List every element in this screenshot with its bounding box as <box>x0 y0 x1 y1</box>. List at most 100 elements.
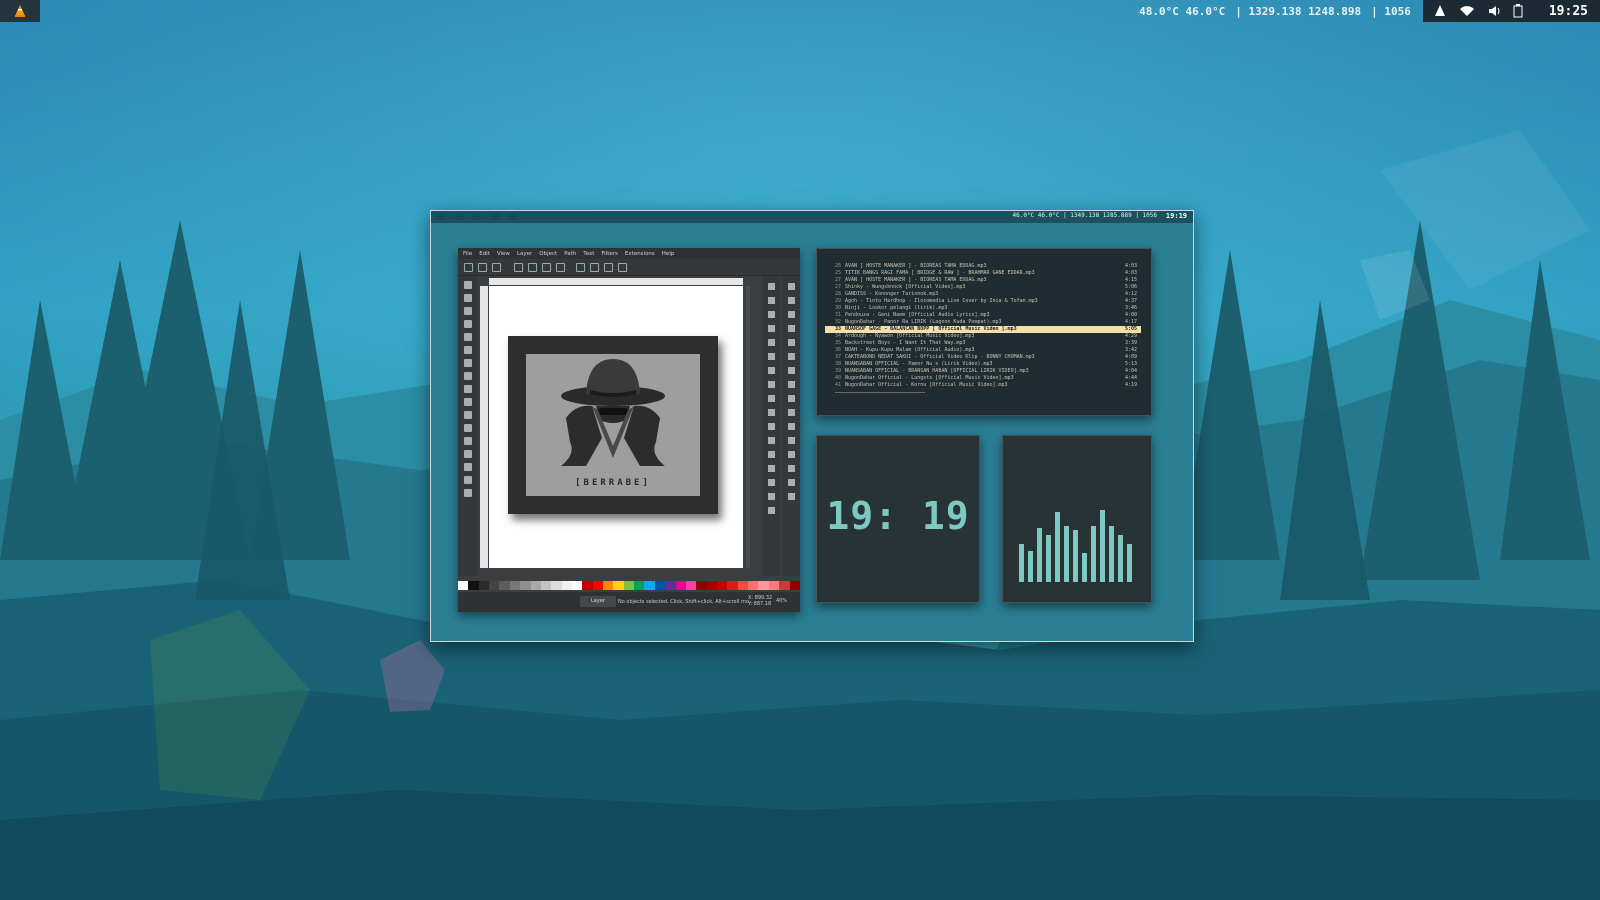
palette-swatch[interactable] <box>789 581 800 590</box>
zoom-fit-icon[interactable] <box>767 437 775 444</box>
3dbox-tool-icon[interactable] <box>464 359 472 367</box>
palette-swatch[interactable] <box>634 581 645 590</box>
rotate-ccw-icon[interactable] <box>514 263 523 272</box>
playlist-row[interactable]: 30 Ninji - Lookor pelangi (lirik).mp3 3:46 <box>825 305 1141 312</box>
menu-path[interactable]: Path <box>564 251 576 257</box>
ungroup-icon[interactable] <box>767 493 775 500</box>
palette-swatch[interactable] <box>758 581 769 590</box>
calligraphy-tool-icon[interactable] <box>464 437 472 445</box>
palette-swatch[interactable] <box>716 581 728 590</box>
export-icon[interactable] <box>767 353 775 360</box>
menu-help[interactable]: Help <box>662 251 675 257</box>
menu-layer[interactable]: Layer <box>517 251 532 257</box>
playlist-row[interactable]: 38 NUANSABAN OFFICIAL - Pamor Nu_s (Lirik… <box>825 361 1141 368</box>
playlist-row[interactable]: 29 Agoh - Tinto Hardhop - Ilosomedia Live… <box>825 298 1141 305</box>
battery-icon[interactable] <box>1513 4 1523 18</box>
zoom-field[interactable]: 40% <box>776 598 787 604</box>
palette-swatch[interactable] <box>706 581 717 590</box>
palette-swatch[interactable] <box>468 581 479 590</box>
palette-swatch[interactable] <box>478 581 490 590</box>
spiral-tool-icon[interactable] <box>464 398 472 406</box>
snap-page-icon[interactable] <box>787 493 795 500</box>
palette-swatch[interactable] <box>768 581 780 590</box>
clone-icon[interactable] <box>767 465 775 472</box>
playlist-row[interactable]: 25 TITIK BANGS RAGI FAMA [ BRIDGE & RAW ]… <box>825 270 1141 277</box>
palette-swatch[interactable] <box>748 581 759 590</box>
selector-tool-icon[interactable] <box>464 281 472 289</box>
lower-icon[interactable] <box>590 263 599 272</box>
deselect-icon[interactable] <box>492 263 501 272</box>
inkscape-canvas[interactable]: [BERRABE] <box>489 286 743 568</box>
playlist-row[interactable]: 28 GANDISS - Konnnger Tarinnok.mp3 4:12 <box>825 291 1141 298</box>
palette-swatch[interactable] <box>540 581 552 590</box>
snap-guide-icon[interactable] <box>787 479 795 486</box>
playlist-row[interactable]: 31 Pendouza - Geni Naem [Official Audio L… <box>825 312 1141 319</box>
print-icon[interactable] <box>767 325 775 332</box>
palette-swatch[interactable] <box>613 581 624 590</box>
playlist-row[interactable]: 41 NugonDahar Official - Kornu [Official … <box>825 382 1141 389</box>
color-palette[interactable] <box>458 581 800 590</box>
cut-icon[interactable] <box>767 409 775 416</box>
ellipse-tool-icon[interactable] <box>464 372 472 380</box>
snap-path-icon[interactable] <box>787 381 795 388</box>
palette-swatch[interactable] <box>582 581 593 590</box>
import-icon[interactable] <box>767 339 775 346</box>
user-cone-icon[interactable] <box>1433 4 1447 18</box>
menu-extensions[interactable]: Extensions <box>625 251 655 257</box>
palette-swatch[interactable] <box>654 581 666 590</box>
menu-text[interactable]: Text <box>583 251 594 257</box>
palette-swatch[interactable] <box>571 581 583 590</box>
palette-swatch[interactable] <box>727 581 738 590</box>
snap-smooth-icon[interactable] <box>787 423 795 430</box>
wifi-icon[interactable] <box>1459 4 1475 18</box>
palette-swatch[interactable] <box>665 581 676 590</box>
palette-swatch[interactable] <box>499 581 510 590</box>
menu-filters[interactable]: Filters <box>601 251 618 257</box>
snap-corner-icon[interactable] <box>787 325 795 332</box>
node-tool-icon[interactable] <box>464 294 472 302</box>
palette-swatch[interactable] <box>458 581 469 590</box>
tweak-tool-icon[interactable] <box>464 307 472 315</box>
palette-swatch[interactable] <box>644 581 655 590</box>
select-all-layers-icon[interactable] <box>478 263 487 272</box>
flip-vertical-icon[interactable] <box>556 263 565 272</box>
flip-horizontal-icon[interactable] <box>542 263 551 272</box>
rotate-cw-icon[interactable] <box>528 263 537 272</box>
eraser-tool-icon[interactable] <box>464 476 472 484</box>
menu-edit[interactable]: Edit <box>479 251 490 257</box>
palette-swatch[interactable] <box>561 581 572 590</box>
playlist-row[interactable]: 27 AVAN [ HOSTE MANAKER ] - BIOREAS TAMA … <box>825 277 1141 284</box>
artwork-frame[interactable]: [BERRABE] <box>508 336 718 514</box>
star-tool-icon[interactable] <box>464 385 472 393</box>
snap-edge-icon[interactable] <box>787 311 795 318</box>
open-icon[interactable] <box>767 297 775 304</box>
music-player-terminal[interactable]: 26 AVAN [ HOSTE MANAKER ] - BIOREAS TAMA … <box>816 248 1152 416</box>
palette-swatch[interactable] <box>623 581 635 590</box>
palette-swatch[interactable] <box>489 581 500 590</box>
undo-icon[interactable] <box>767 367 775 374</box>
raise-icon[interactable] <box>604 263 613 272</box>
palette-swatch[interactable] <box>551 581 562 590</box>
palette-swatch[interactable] <box>509 581 521 590</box>
volume-icon[interactable] <box>1487 4 1501 18</box>
launcher-button[interactable] <box>0 0 40 22</box>
pen-tool-icon[interactable] <box>464 424 472 432</box>
paste-icon[interactable] <box>767 423 775 430</box>
snap-text-icon[interactable] <box>787 451 795 458</box>
playlist-row[interactable]: 32 NugonDahar - Panor Ra LIRIK (Lagoon Ku… <box>825 319 1141 326</box>
palette-swatch[interactable] <box>592 581 604 590</box>
palette-swatch[interactable] <box>603 581 614 590</box>
fill-stroke-icon[interactable] <box>767 507 775 514</box>
playlist-row[interactable]: 39 NUANSABAN OFFICIAL - BRANSAN HABAN [OF… <box>825 368 1141 375</box>
playlist-row[interactable]: 35 Backstreet Boys - I Want It That Way.m… <box>825 340 1141 347</box>
redo-icon[interactable] <box>767 381 775 388</box>
vertical-scrollbar[interactable] <box>746 286 750 568</box>
layer-selector[interactable]: Layer <box>580 596 616 607</box>
playlist-row[interactable]: 36 NOAH - Kupu-Kupu Malam (Official Audio… <box>825 347 1141 354</box>
playlist-row[interactable]: 34 Ardough - Nyawon [Official Music Video… <box>825 333 1141 340</box>
snap-midpoint-icon[interactable] <box>787 339 795 346</box>
palette-swatch[interactable] <box>530 581 541 590</box>
snap-intersection-icon[interactable] <box>787 395 795 402</box>
rect-tool-icon[interactable] <box>464 346 472 354</box>
snap-cusp-icon[interactable] <box>787 409 795 416</box>
